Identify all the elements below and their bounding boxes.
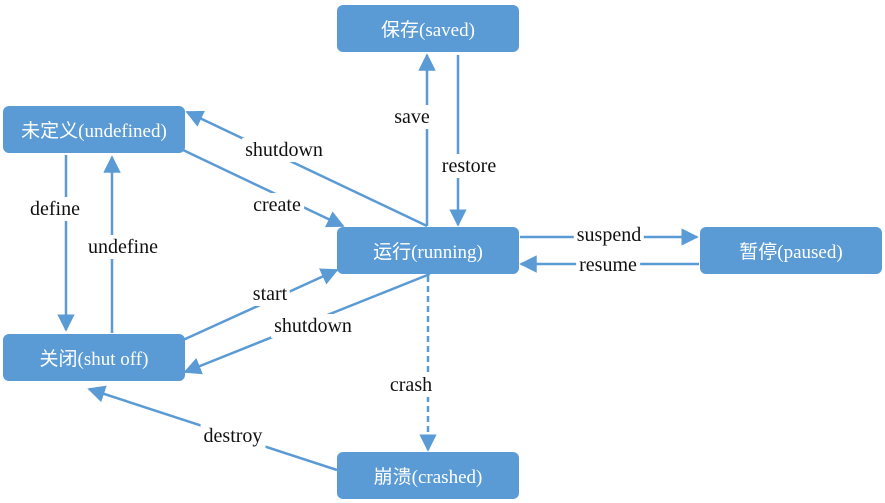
state-saved: 保存(saved)	[337, 5, 519, 52]
state-crashed: 崩溃(crashed)	[337, 452, 519, 499]
label-shutdown-shutoff: shutdown	[271, 314, 355, 338]
label-define: define	[27, 197, 83, 221]
label-suspend: suspend	[573, 223, 645, 247]
label-undefine: undefine	[85, 235, 161, 259]
label-save: save	[391, 105, 433, 129]
label-create: create	[250, 193, 304, 217]
label-resume: resume	[576, 253, 640, 277]
state-paused: 暂停(paused)	[700, 227, 882, 274]
label-shutdown-undefined: shutdown	[242, 138, 326, 162]
label-start: start	[249, 282, 291, 306]
label-destroy: destroy	[200, 424, 266, 448]
label-restore: restore	[438, 154, 500, 178]
state-undefined: 未定义(undefined)	[3, 106, 185, 153]
label-crash: crash	[386, 373, 436, 397]
state-running: 运行(running)	[337, 227, 519, 274]
state-diagram: 保存(saved) 未定义(undefined) 运行(running) 暂停(…	[0, 0, 885, 503]
state-shutoff: 关闭(shut off)	[3, 334, 185, 381]
